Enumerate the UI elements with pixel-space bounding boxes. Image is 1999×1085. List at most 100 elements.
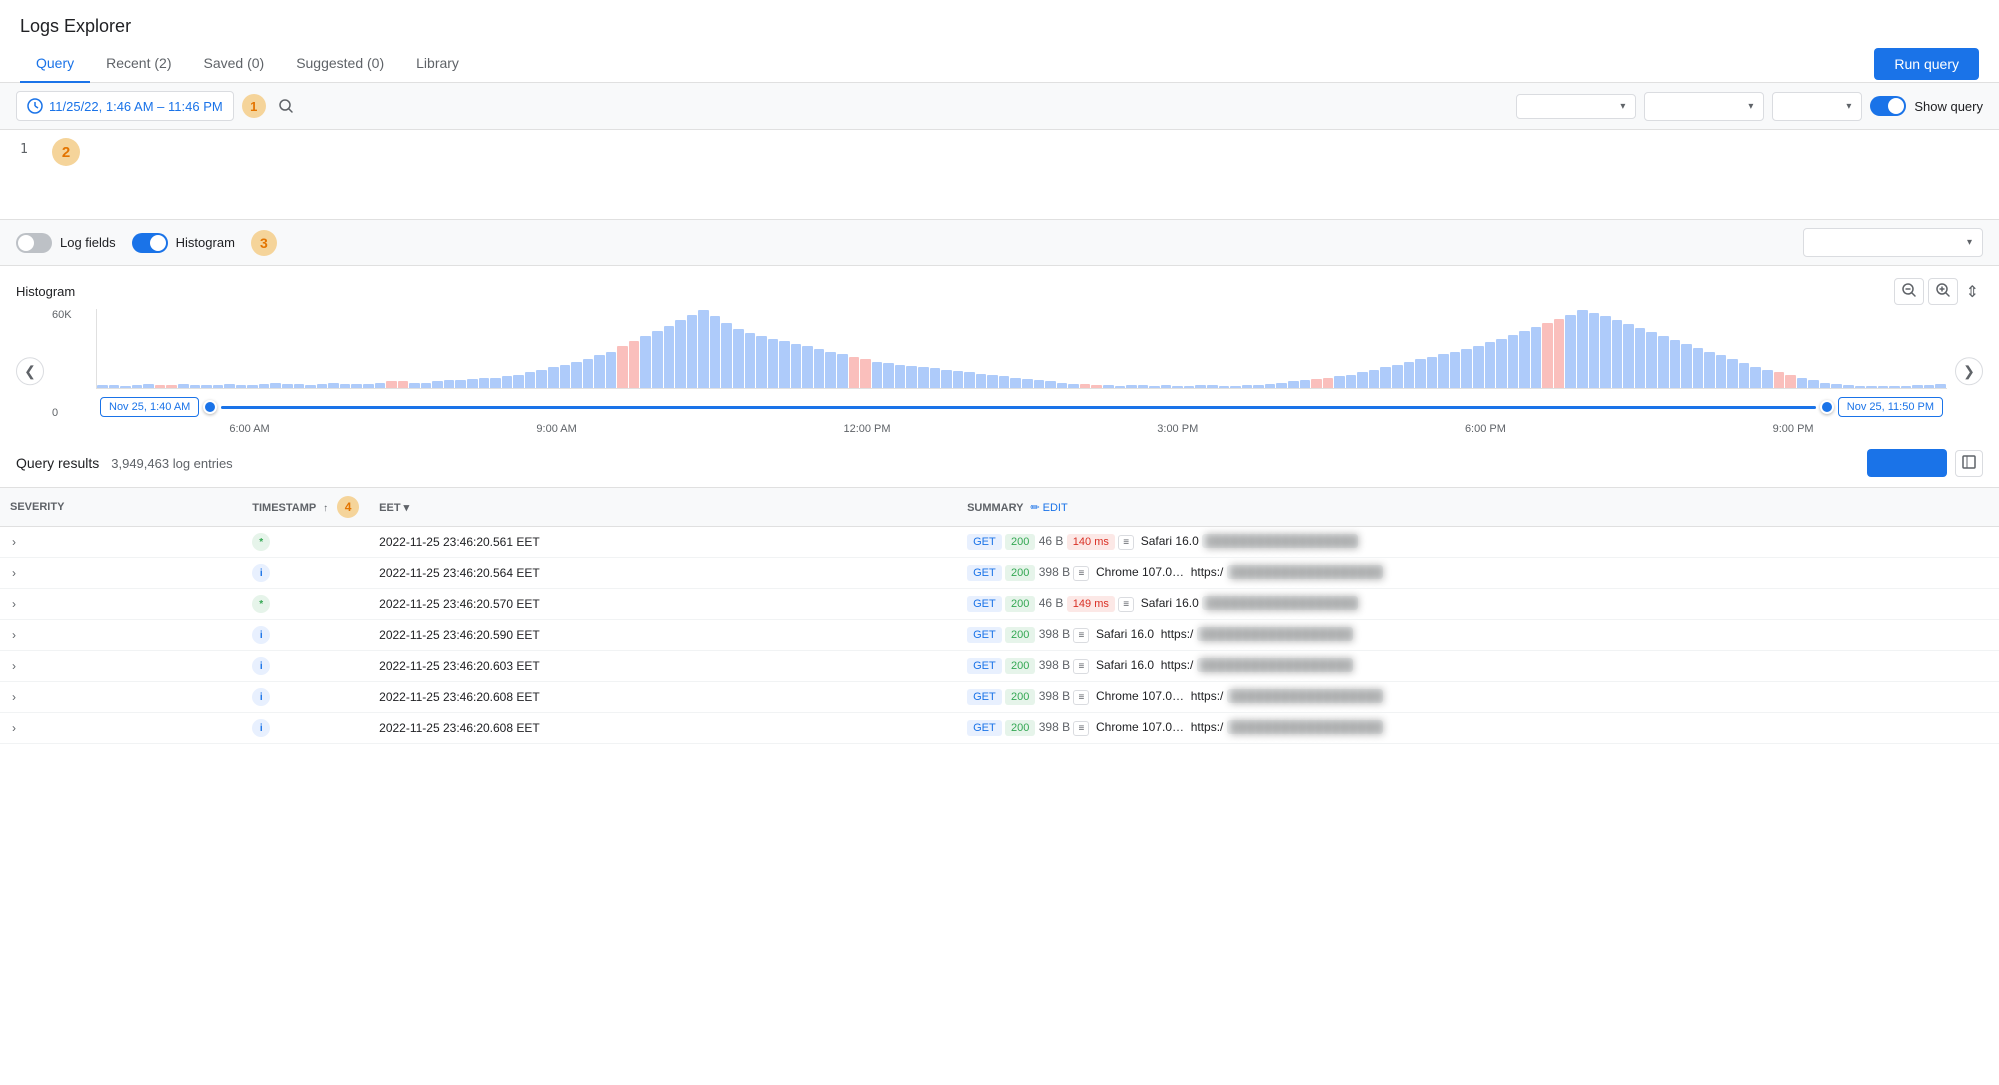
tab-suggested[interactable]: Suggested (0): [280, 45, 400, 83]
histogram-bar[interactable]: [1681, 344, 1692, 388]
histogram-bar[interactable]: [513, 375, 524, 388]
histogram-bar[interactable]: [930, 368, 941, 388]
expand-row-button[interactable]: ›: [10, 688, 18, 706]
histogram-bar[interactable]: [617, 346, 628, 388]
filter-icon-button[interactable]: ≡: [1118, 597, 1134, 612]
histogram-bar[interactable]: [1103, 385, 1114, 388]
editor-content[interactable]: [40, 142, 1979, 207]
histogram-bar[interactable]: [317, 384, 328, 388]
nav-right-button[interactable]: ❯: [1955, 357, 1983, 385]
histogram-bar[interactable]: [941, 370, 952, 388]
histogram-bar[interactable]: [606, 352, 617, 388]
histogram-bar[interactable]: [1496, 339, 1507, 388]
histogram-bar[interactable]: [351, 384, 362, 388]
histogram-bar[interactable]: [1404, 362, 1415, 388]
histogram-bar[interactable]: [1878, 386, 1889, 388]
histogram-bar[interactable]: [109, 385, 120, 388]
histogram-bar[interactable]: [1045, 381, 1056, 388]
histogram-bar[interactable]: [1034, 380, 1045, 388]
histogram-bar[interactable]: [1589, 313, 1600, 388]
histogram-bar[interactable]: [1785, 375, 1796, 388]
histogram-bar[interactable]: [120, 386, 131, 388]
histogram-bar[interactable]: [1762, 370, 1773, 388]
histogram-bar[interactable]: [409, 383, 420, 388]
histogram-bar[interactable]: [190, 385, 201, 388]
histogram-bar[interactable]: [698, 310, 709, 388]
histogram-bar[interactable]: [1357, 372, 1368, 388]
histogram-bar[interactable]: [1115, 386, 1126, 388]
histogram-bar[interactable]: [953, 371, 964, 388]
histogram-bar[interactable]: [1866, 386, 1877, 388]
histogram-bar[interactable]: [143, 384, 154, 388]
histogram-bar[interactable]: [1843, 385, 1854, 388]
histogram-bar[interactable]: [1727, 359, 1738, 388]
histogram-bar[interactable]: [1207, 385, 1218, 388]
histogram-bar[interactable]: [999, 376, 1010, 388]
histogram-bar[interactable]: [756, 336, 767, 388]
histogram-bar[interactable]: [987, 375, 998, 388]
histogram-bar[interactable]: [640, 336, 651, 388]
histogram-bar[interactable]: [1242, 385, 1253, 388]
histogram-bar[interactable]: [1924, 385, 1935, 388]
filter-icon-button[interactable]: ≡: [1073, 721, 1089, 736]
query-input[interactable]: [306, 99, 1509, 114]
histogram-bar[interactable]: [1808, 380, 1819, 388]
histogram-bar[interactable]: [779, 341, 790, 388]
filter-icon-button[interactable]: ≡: [1073, 659, 1089, 674]
histogram-bar[interactable]: [548, 367, 559, 388]
histogram-bar[interactable]: [1704, 352, 1715, 388]
histogram-bar[interactable]: [1253, 385, 1264, 388]
histogram-bar[interactable]: [1057, 383, 1068, 388]
log-fields-toggle[interactable]: [16, 233, 52, 253]
histogram-bar[interactable]: [1565, 315, 1576, 388]
histogram-bar[interactable]: [1288, 381, 1299, 388]
histogram-bar[interactable]: [687, 315, 698, 388]
histogram-bar[interactable]: [1334, 376, 1345, 388]
histogram-bar[interactable]: [340, 384, 351, 388]
histogram-bar[interactable]: [132, 385, 143, 388]
histogram-bar[interactable]: [1300, 380, 1311, 388]
histogram-bar[interactable]: [294, 384, 305, 388]
tab-query[interactable]: Query: [20, 45, 90, 83]
histogram-bar[interactable]: [1901, 386, 1912, 388]
histogram-bar[interactable]: [883, 363, 894, 388]
histogram-bar[interactable]: [721, 323, 732, 388]
histogram-bar[interactable]: [213, 385, 224, 388]
histogram-bar[interactable]: [571, 362, 582, 388]
histogram-bar[interactable]: [1855, 386, 1866, 388]
histogram-bar[interactable]: [1670, 340, 1681, 388]
histogram-bar[interactable]: [259, 384, 270, 388]
histogram-bar[interactable]: [1485, 342, 1496, 388]
histogram-bar[interactable]: [1577, 310, 1588, 388]
zoom-out-button[interactable]: [1894, 278, 1924, 305]
histogram-bar[interactable]: [97, 385, 108, 388]
histogram-bar[interactable]: [398, 381, 409, 388]
histogram-bar[interactable]: [1010, 378, 1021, 388]
filter-icon-button[interactable]: ≡: [1073, 690, 1089, 705]
run-query-button[interactable]: Run query: [1874, 48, 1979, 80]
histogram-bar[interactable]: [1346, 375, 1357, 388]
tab-saved[interactable]: Saved (0): [187, 45, 280, 83]
expand-row-button[interactable]: ›: [10, 533, 18, 551]
expand-row-button[interactable]: ›: [10, 595, 18, 613]
histogram-bar[interactable]: [201, 385, 212, 388]
histogram-bar[interactable]: [837, 354, 848, 388]
histogram-bar[interactable]: [629, 341, 640, 388]
histogram-bar[interactable]: [1138, 385, 1149, 388]
histogram-bar[interactable]: [1427, 357, 1438, 388]
histogram-bar[interactable]: [664, 326, 675, 388]
histogram-bar[interactable]: [178, 384, 189, 388]
histogram-bar[interactable]: [1693, 348, 1704, 388]
histogram-bar[interactable]: [1450, 352, 1461, 388]
histogram-bar[interactable]: [1658, 336, 1669, 388]
histogram-bar[interactable]: [1473, 346, 1484, 388]
histogram-bar[interactable]: [1912, 385, 1923, 388]
histogram-bar[interactable]: [1600, 316, 1611, 388]
search-icon-button[interactable]: [274, 94, 298, 118]
nav-left-button[interactable]: ❮: [16, 357, 44, 385]
tab-recent[interactable]: Recent (2): [90, 45, 187, 83]
histogram-bar[interactable]: [1068, 384, 1079, 388]
histogram-bar[interactable]: [710, 316, 721, 388]
histogram-bar[interactable]: [1531, 327, 1542, 388]
tab-library[interactable]: Library: [400, 45, 475, 83]
